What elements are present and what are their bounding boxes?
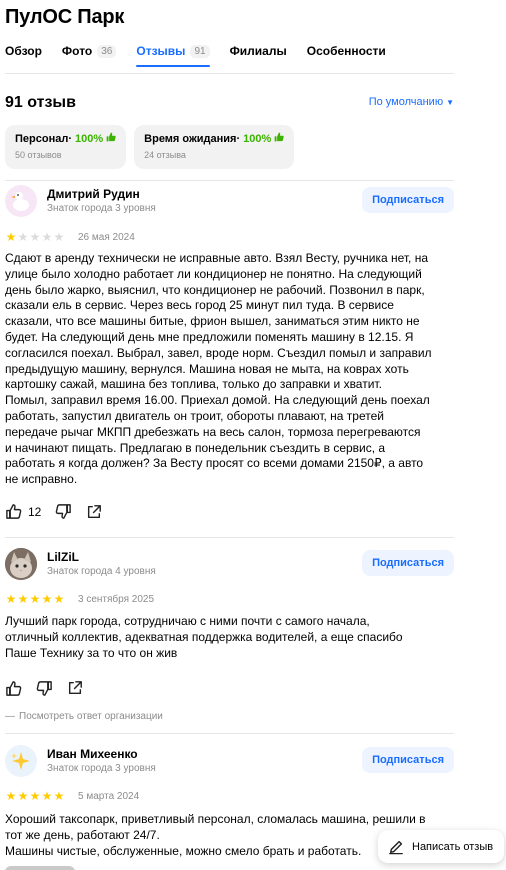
review-card: LilZiL Знаток города 4 уровня Подписатьс… — [5, 548, 454, 722]
review-photo-thumbnail[interactable] — [5, 866, 75, 870]
view-org-answer-link[interactable]: — Посмотреть ответ организации — [5, 711, 454, 722]
avatar[interactable] — [5, 185, 37, 217]
tab-label: Отзывы — [136, 44, 186, 58]
dash-icon: — — [5, 711, 15, 723]
aspect-chip-waiting-time[interactable]: Время ожидания · 100% 24 отзыва — [134, 125, 295, 169]
tab-branches[interactable]: Филиалы — [230, 42, 287, 60]
tab-label: Обзор — [5, 44, 42, 58]
write-review-label: Написать отзыв — [412, 840, 494, 853]
aspect-count: 50 отзывов — [15, 150, 62, 160]
tabs-bar: Обзор Фото 36 Отзывы 91 Филиалы Особенност… — [5, 42, 406, 68]
star-filled-icon: ★ — [53, 789, 65, 803]
aspect-name: Персонал — [15, 132, 69, 145]
aspect-name: Время ожидания — [144, 132, 237, 145]
author-name[interactable]: Дмитрий Рудин — [47, 187, 140, 201]
author-name[interactable]: Иван Михеенко — [47, 747, 138, 761]
thumb-up-icon — [106, 132, 116, 145]
subscribe-button[interactable]: Подписаться — [362, 747, 454, 773]
goose-avatar-icon — [11, 192, 29, 211]
tab-features[interactable]: Особенности — [307, 42, 386, 60]
like-count: 12 — [28, 504, 42, 519]
review-card: Дмитрий Рудин Знаток города 3 уровня Под… — [5, 185, 454, 523]
caret-down-icon: ▼ — [446, 97, 454, 107]
avatar[interactable] — [5, 745, 37, 777]
star-filled-icon: ★ — [41, 592, 53, 606]
review-date: 5 марта 2024 — [78, 790, 140, 802]
tab-count-badge: 91 — [190, 44, 210, 58]
review-actions — [5, 677, 454, 699]
star-filled-icon: ★ — [5, 592, 17, 606]
review-date: 3 сентября 2025 — [78, 593, 155, 605]
divider — [5, 180, 454, 181]
star-filled-icon: ★ — [5, 230, 17, 244]
write-review-button[interactable]: Написать отзыв — [378, 830, 504, 863]
avatar[interactable] — [5, 548, 37, 580]
share-button[interactable] — [67, 680, 83, 696]
tab-photos[interactable]: Фото 36 — [61, 42, 117, 60]
star-filled-icon: ★ — [5, 789, 17, 803]
review-text: Лучший парк города, сотрудничаю с ними п… — [5, 614, 403, 660]
author-level: Знаток города 3 уровня — [47, 763, 156, 774]
star-empty-icon: ★ — [17, 230, 29, 244]
like-button[interactable] — [5, 680, 22, 697]
star-filled-icon: ★ — [17, 789, 29, 803]
share-button[interactable] — [86, 504, 102, 520]
like-button[interactable]: 12 — [5, 503, 41, 520]
rating-stars: ★ ★ ★ ★ ★ — [5, 593, 65, 605]
share-icon — [88, 505, 102, 518]
divider — [5, 733, 454, 734]
aspect-separator: · — [236, 132, 241, 145]
author-name[interactable]: LilZiL — [47, 550, 79, 564]
star-filled-icon: ★ — [53, 592, 65, 606]
aspect-chip-staff[interactable]: Персонал · 100% 50 отзывов — [5, 125, 127, 169]
tabs-divider — [5, 73, 454, 74]
star-empty-icon: ★ — [41, 230, 53, 244]
aspect-filters: Персонал · 100% 50 отзывов Время ожидани… — [5, 125, 302, 169]
star-filled-icon: ★ — [29, 789, 41, 803]
review-text: Сдают в аренду технически не исправные а… — [5, 251, 432, 487]
aspect-percent: 100% — [243, 132, 272, 145]
rating-stars: ★ ★ ★ ★ ★ — [5, 231, 65, 243]
sort-label: По умолчанию — [368, 96, 444, 108]
aspect-separator: · — [68, 132, 73, 145]
sort-dropdown[interactable]: По умолчанию ▼ — [369, 96, 454, 108]
org-answer-label: Посмотреть ответ организации — [19, 711, 163, 723]
cat-avatar-icon — [5, 548, 37, 580]
tab-count-badge: 36 — [97, 44, 117, 58]
tab-label: Особенности — [306, 44, 386, 58]
thumb-down-icon — [56, 504, 72, 520]
star-filled-icon: ★ — [41, 789, 53, 803]
tab-label: Фото — [61, 44, 93, 58]
thumb-up-icon — [6, 681, 22, 696]
thumb-down-icon — [36, 681, 52, 696]
thumb-up-icon — [6, 504, 22, 520]
review-date: 26 мая 2024 — [78, 231, 135, 243]
review-actions: 12 — [5, 501, 454, 523]
pencil-icon — [389, 840, 403, 854]
rating-stars: ★ ★ ★ ★ ★ — [5, 790, 65, 802]
author-level: Знаток города 3 уровня — [47, 203, 156, 214]
divider — [5, 537, 454, 538]
share-icon — [68, 681, 82, 695]
dislike-button[interactable] — [55, 503, 72, 520]
tab-label: Филиалы — [229, 44, 287, 58]
star-empty-icon: ★ — [53, 230, 65, 244]
aspect-count: 24 отзыва — [144, 150, 186, 160]
aspect-percent: 100% — [75, 132, 104, 145]
thumb-up-icon — [274, 132, 284, 145]
sparkles-icon — [11, 752, 30, 770]
author-level: Знаток города 4 уровня — [47, 566, 156, 577]
page-title: ПулОС Парк — [5, 6, 125, 28]
star-filled-icon: ★ — [17, 592, 29, 606]
subscribe-button[interactable]: Подписаться — [362, 187, 454, 213]
reviews-count: 91 отзыв — [5, 94, 76, 111]
star-empty-icon: ★ — [29, 230, 41, 244]
tab-reviews[interactable]: Отзывы 91 — [136, 42, 210, 67]
subscribe-button[interactable]: Подписаться — [362, 550, 454, 576]
star-filled-icon: ★ — [29, 592, 41, 606]
tab-overview[interactable]: Обзор — [5, 42, 42, 60]
dislike-button[interactable] — [36, 680, 53, 697]
